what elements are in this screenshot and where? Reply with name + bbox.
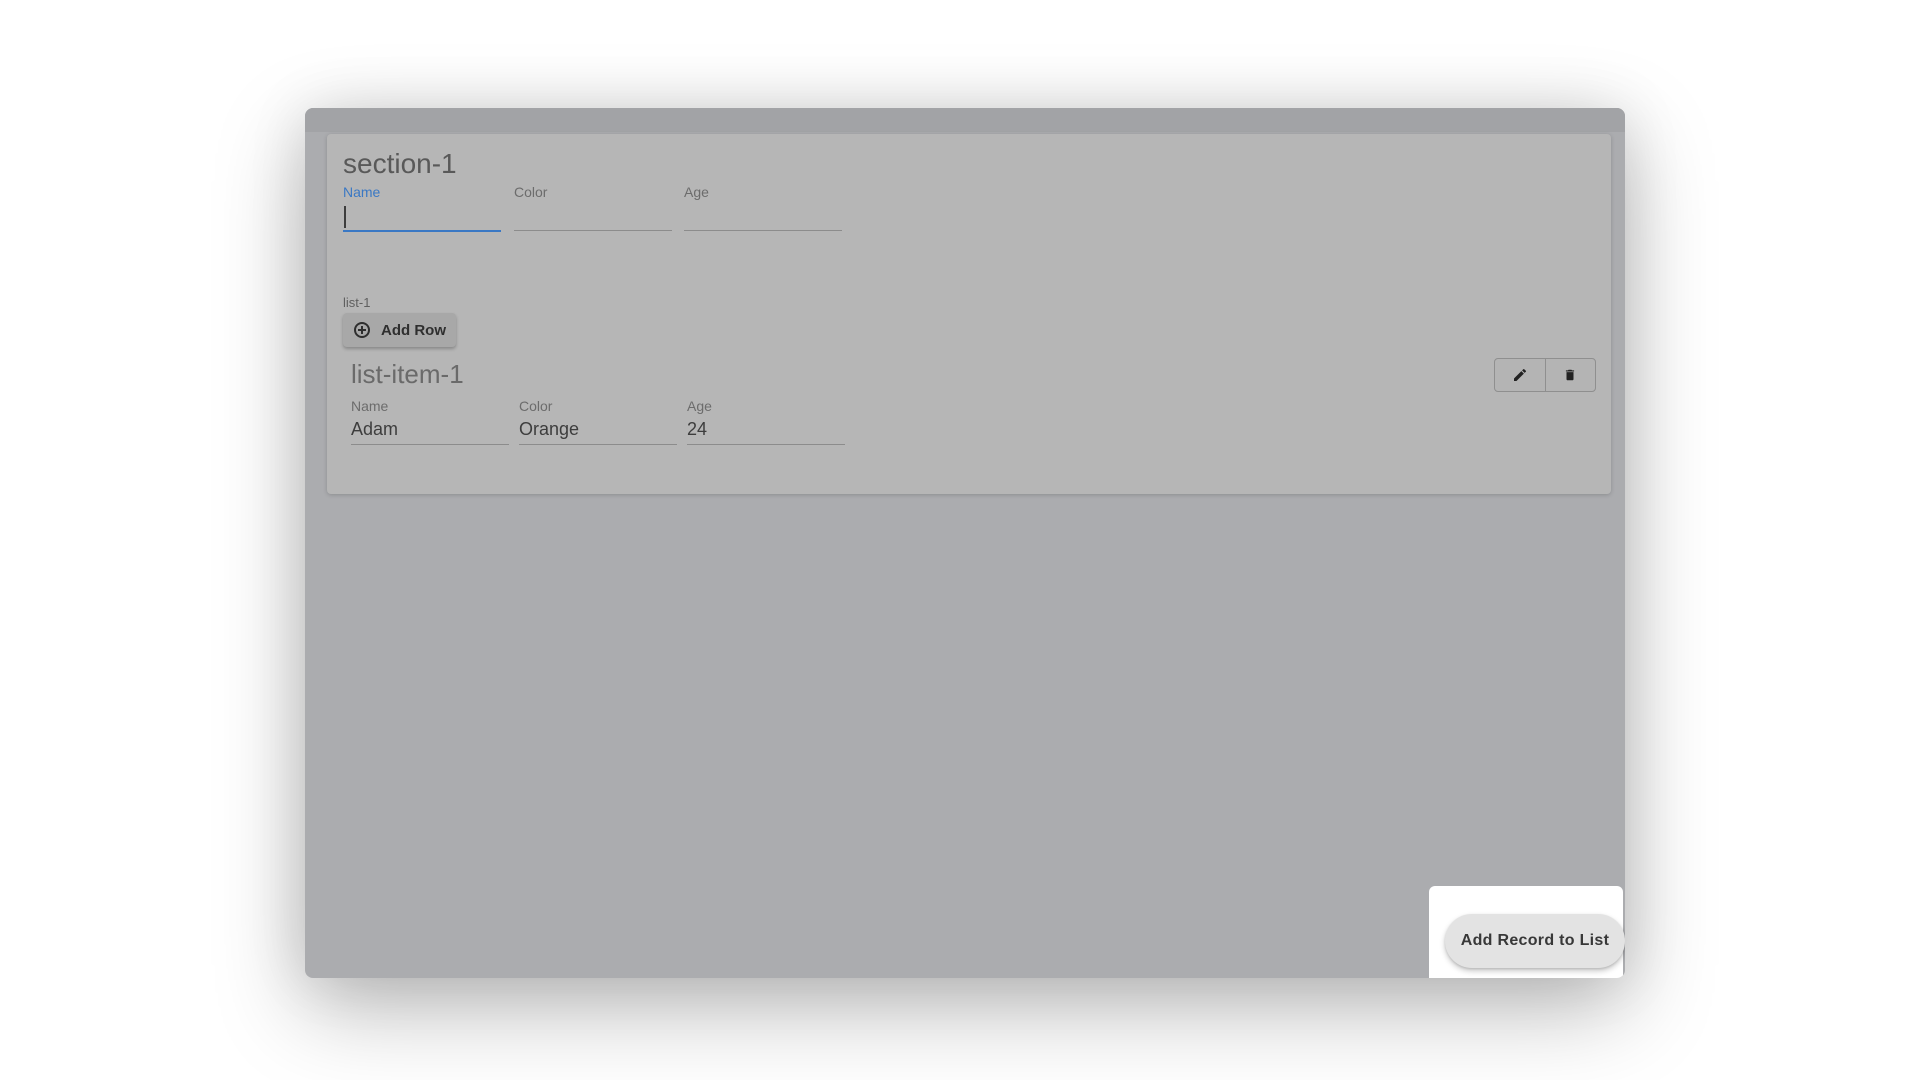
list-item-actions: [1494, 358, 1596, 392]
name-field-label: Name: [343, 184, 381, 200]
item-name-value: Adam: [351, 419, 399, 439]
age-field[interactable]: Age: [684, 184, 842, 232]
add-record-to-list-button[interactable]: Add Record to List: [1445, 914, 1625, 968]
delete-button[interactable]: [1544, 359, 1596, 391]
window-top-bar: [305, 108, 1625, 132]
age-input[interactable]: [684, 204, 842, 231]
add-circle-icon: [354, 322, 370, 338]
list-label: list-1: [343, 295, 371, 310]
item-color-label: Color: [519, 398, 553, 414]
item-age-label: Age: [687, 398, 712, 414]
item-color-field[interactable]: Color Orange: [519, 398, 677, 446]
add-row-button[interactable]: Add Row: [343, 313, 456, 347]
trash-icon: [1566, 369, 1575, 381]
item-age-value: 24: [687, 419, 708, 439]
add-record-label: Add Record to List: [1460, 932, 1610, 949]
edit-button[interactable]: [1495, 359, 1545, 391]
color-field-label: Color: [514, 184, 548, 200]
section-card: section-1 Name Color Age list-1 Add Row …: [327, 134, 1611, 494]
item-name-field[interactable]: Name Adam: [351, 398, 509, 446]
add-row-label: Add Row: [381, 321, 446, 339]
item-color-input[interactable]: Orange: [519, 416, 677, 445]
screen: section-1 Name Color Age list-1 Add Row …: [0, 0, 1920, 1080]
pencil-icon: [1513, 368, 1526, 381]
age-field-label: Age: [684, 184, 709, 200]
name-field[interactable]: Name: [343, 184, 501, 232]
app-window: section-1 Name Color Age list-1 Add Row …: [305, 108, 1625, 978]
item-age-input[interactable]: 24: [687, 416, 845, 445]
item-color-value: Orange: [519, 419, 580, 439]
section-title: section-1: [343, 148, 457, 179]
list-item-title: list-item-1: [351, 359, 464, 389]
name-input[interactable]: [343, 204, 501, 232]
color-input[interactable]: [514, 204, 672, 231]
item-name-label: Name: [351, 398, 389, 414]
item-name-input[interactable]: Adam: [351, 416, 509, 445]
color-field[interactable]: Color: [514, 184, 672, 232]
text-cursor: [344, 206, 346, 228]
item-age-field[interactable]: Age 24: [687, 398, 845, 446]
